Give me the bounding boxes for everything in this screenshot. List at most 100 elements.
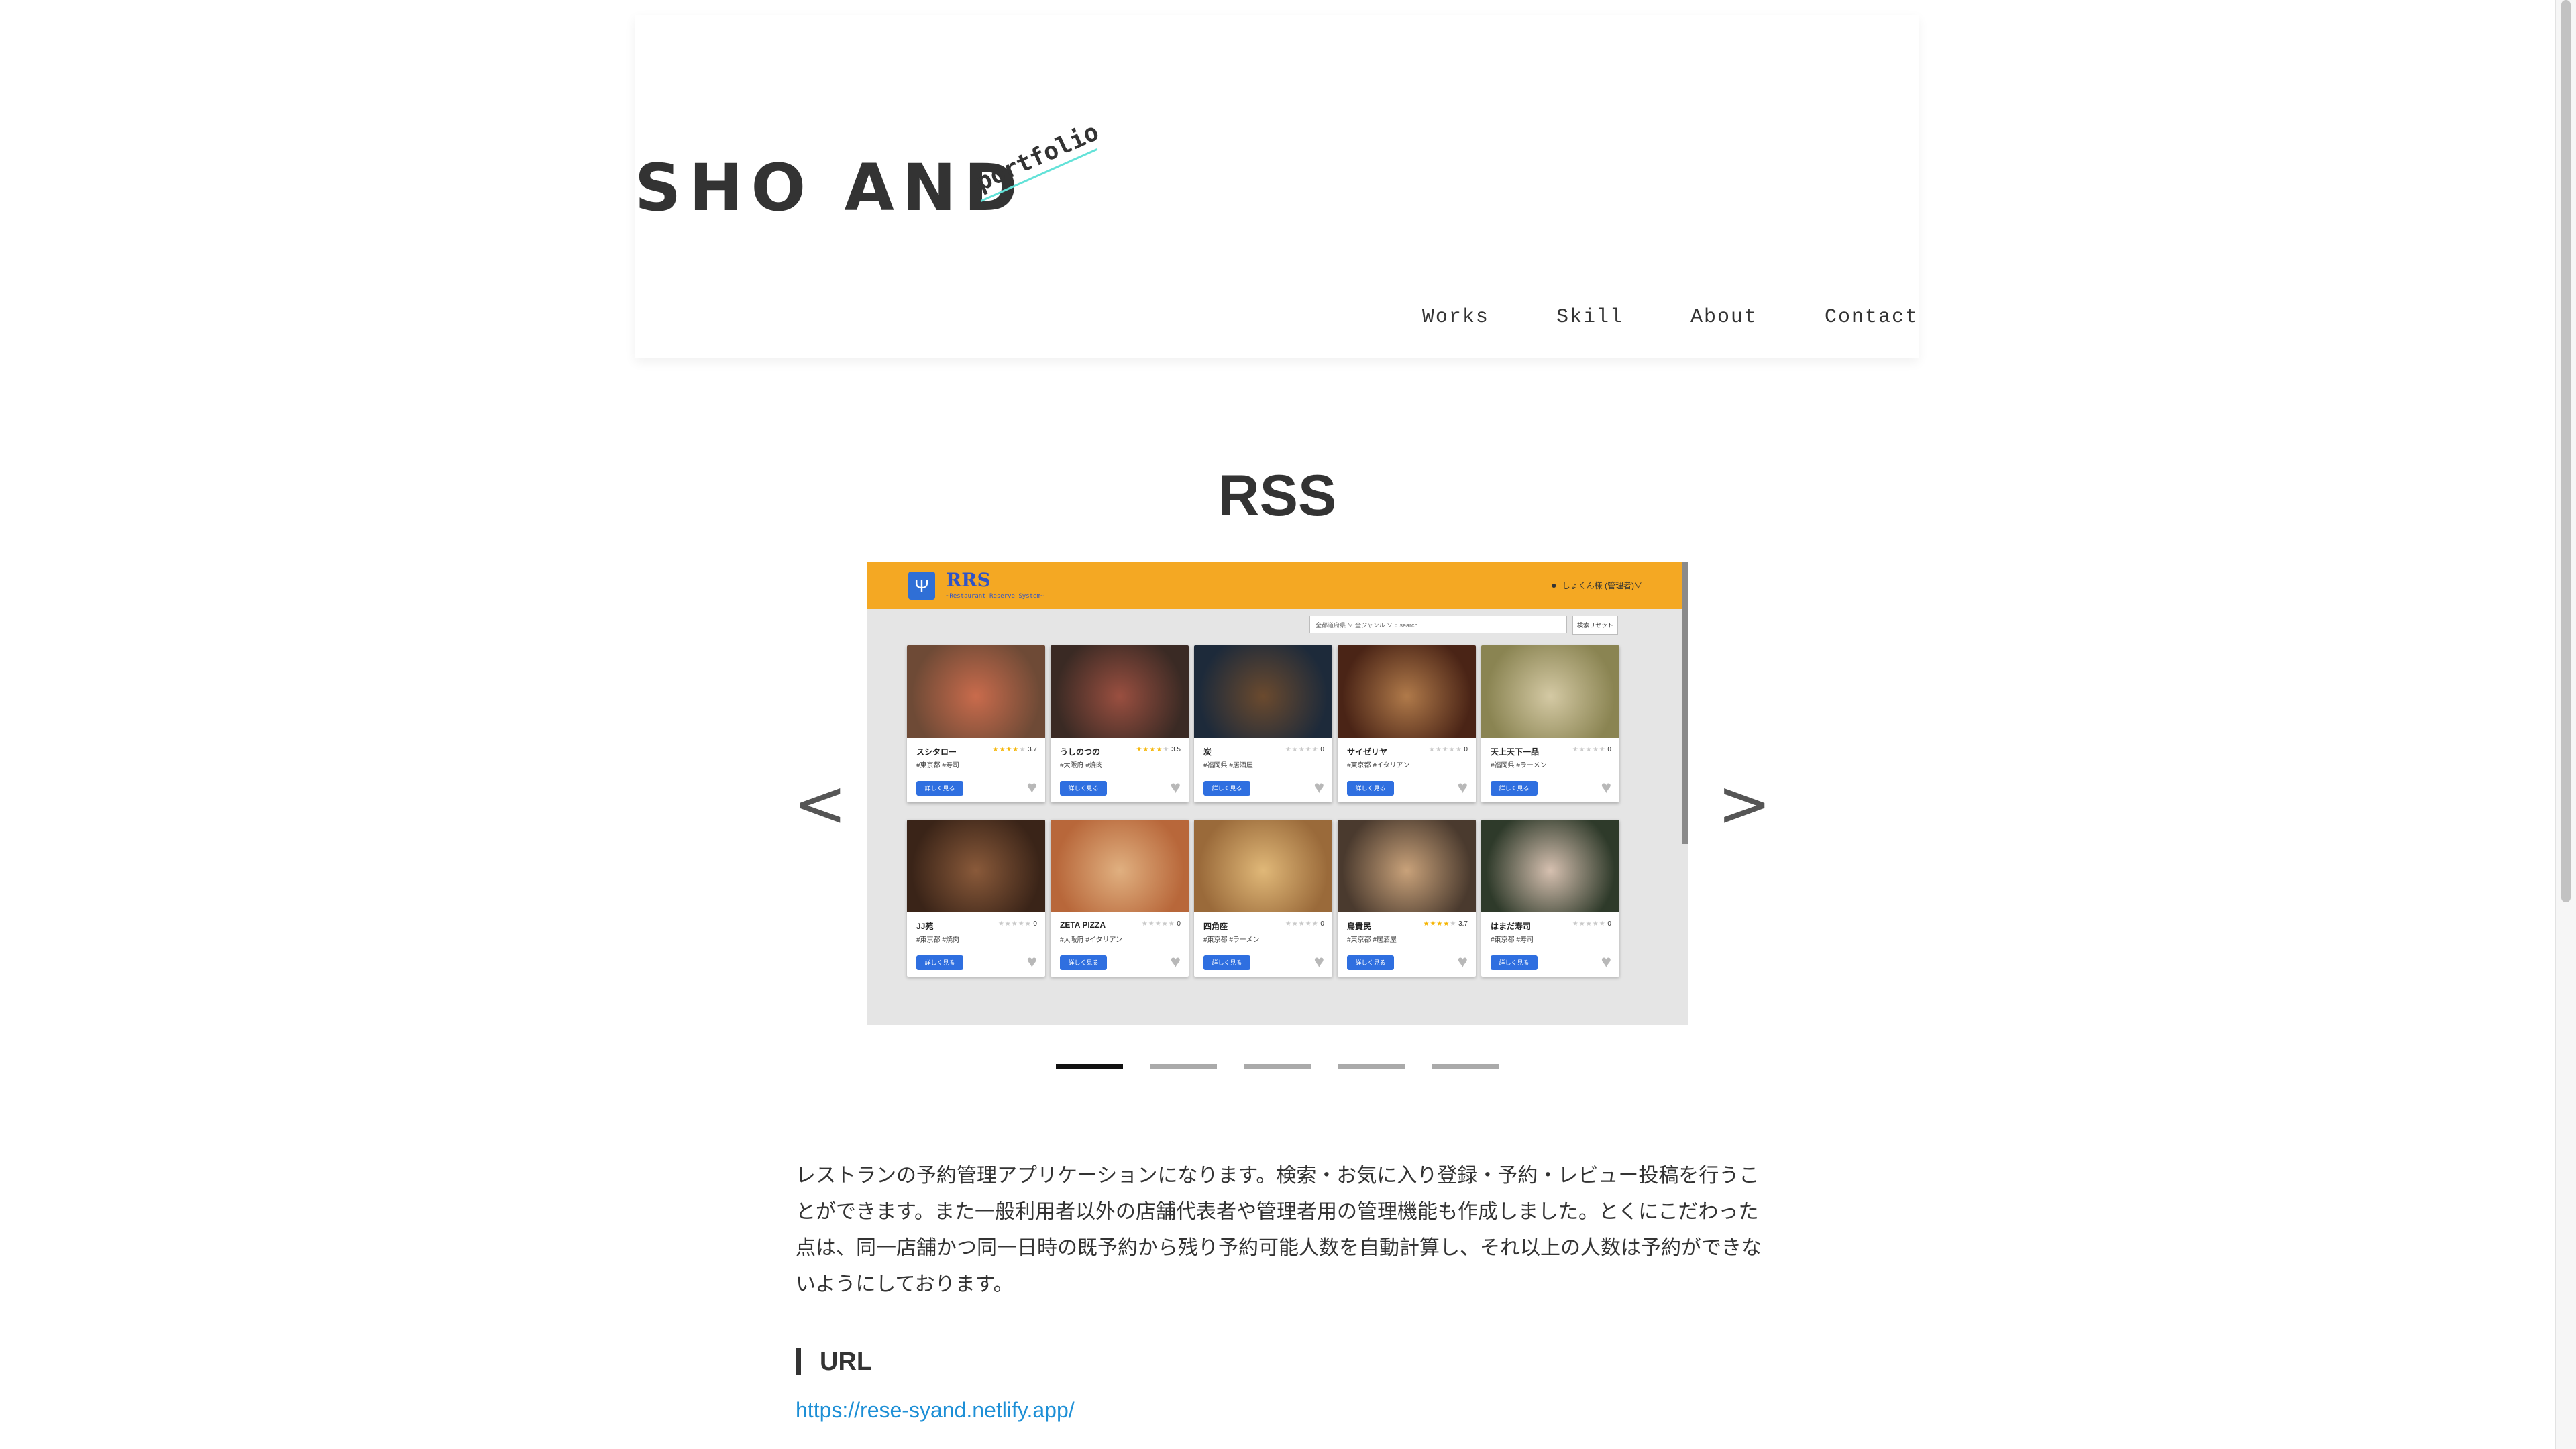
heart-icon: ♥ (1026, 951, 1037, 971)
heart-icon: ♥ (1026, 777, 1037, 797)
detail-button: 詳しく見る (1203, 781, 1250, 796)
rating-value: 0 (1605, 746, 1611, 753)
screenshot-search-reset: 検索リセット (1572, 616, 1618, 635)
restaurant-tags: #東京都 #ラーメン (1203, 936, 1260, 944)
carousel-dot-4[interactable] (1338, 1064, 1405, 1069)
restaurant-tags: #東京都 #寿司 (916, 762, 959, 769)
restaurant-photo (907, 820, 1045, 912)
detail-button: 詳しく見る (1491, 955, 1538, 970)
restaurant-photo (1194, 820, 1332, 912)
heart-icon: ♥ (1313, 951, 1324, 971)
carousel-dot-1[interactable] (1056, 1064, 1123, 1069)
star-empty-icon: ★ (1450, 920, 1457, 928)
restaurant-tags: #東京都 #イタリアン (1347, 762, 1410, 769)
carousel-dots (1056, 1064, 1525, 1069)
restaurant-tags: #東京都 #居酒屋 (1347, 936, 1397, 944)
screenshot-restaurant-card: ZETA PIZZA ★★★★★ 0 #大阪府 #イタリアン詳しく見る ♥ (1051, 820, 1189, 977)
detail-button: 詳しく見る (1060, 781, 1107, 796)
detail-button: 詳しく見る (1060, 955, 1107, 970)
restaurant-photo (907, 645, 1045, 738)
restaurant-rating: ★★★★★ 0 (1572, 920, 1611, 928)
carousel-dot-5[interactable] (1432, 1064, 1499, 1069)
rating-value: 3.7 (1026, 746, 1037, 753)
carousel-dot-2[interactable] (1150, 1064, 1217, 1069)
restaurant-name: うしのつの (1060, 747, 1101, 757)
page-scrollbar[interactable] (2555, 0, 2576, 1449)
star-empty-icon: ★ (1019, 746, 1026, 753)
restaurant-name: JJ苑 (916, 922, 934, 931)
rating-value: 0 (1605, 920, 1611, 928)
heart-icon: ♥ (1601, 951, 1611, 971)
restaurant-tags: #東京都 #寿司 (1491, 936, 1534, 944)
restaurant-rating: ★★★★★ 0 (1285, 920, 1324, 928)
nav-about[interactable]: About (1690, 306, 1758, 329)
restaurant-name: ZETA PIZZA (1060, 920, 1106, 930)
heart-icon: ♥ (1170, 951, 1181, 971)
nav-works[interactable]: Works (1422, 306, 1489, 329)
screenshot-restaurant-card: はまだ寿司 ★★★★★ 0 #東京都 #寿司詳しく見る ♥ (1481, 820, 1619, 977)
restaurant-rating: ★★★★★ 0 (998, 920, 1037, 928)
screenshot-restaurant-card: スシタロー ★★★★★ 3.7 #東京都 #寿司詳しく見る ♥ (907, 645, 1045, 802)
heart-icon: ♥ (1170, 777, 1181, 797)
screenshot-scrollbar (1682, 562, 1688, 844)
carousel-next-button[interactable]: > (1717, 771, 1771, 836)
rating-value: 3.7 (1456, 920, 1468, 928)
heart-icon: ♥ (1313, 777, 1324, 797)
rating-value: 0 (1175, 920, 1181, 928)
rating-value: 0 (1318, 746, 1324, 753)
screenshot-app-name: RRS (946, 569, 991, 591)
rating-value: 0 (1318, 920, 1324, 928)
star-icon: ★★★★ (1136, 746, 1163, 753)
restaurant-name: サイゼリヤ (1347, 747, 1388, 757)
restaurant-rating: ★★★★★ 0 (1142, 920, 1181, 928)
screenshot-restaurant-card: うしのつの ★★★★★ 3.5 #大阪府 #焼肉 詳しく見る ♥ (1051, 645, 1189, 802)
carousel-slide-image: Ψ RRS ~Restaurant Reserve System~ しょくん様 … (867, 562, 1688, 1025)
restaurant-name: はまだ寿司 (1491, 922, 1532, 931)
restaurant-photo (1481, 820, 1619, 912)
detail-button: 詳しく見る (916, 955, 963, 970)
restaurant-tags: #福岡県 #居酒屋 (1203, 762, 1253, 769)
star-empty-icon: ★★★★★ (1285, 746, 1319, 753)
star-empty-icon: ★★★★★ (998, 920, 1032, 928)
restaurant-rating: ★★★★★ 3.7 (992, 746, 1037, 753)
heart-icon: ♥ (1457, 777, 1468, 797)
site-header: SHO AND portfolio Works Skill About Cont… (635, 15, 1919, 358)
carousel-prev-button[interactable]: < (793, 771, 847, 836)
detail-button: 詳しく見る (1347, 955, 1394, 970)
rating-value: 0 (1031, 920, 1037, 928)
star-empty-icon: ★ (1163, 746, 1170, 753)
heart-icon: ♥ (1601, 777, 1611, 797)
restaurant-rating: ★★★★★ 3.7 (1423, 920, 1468, 928)
nav-skill[interactable]: Skill (1556, 306, 1623, 329)
restaurant-rating: ★★★★★ 0 (1285, 746, 1324, 753)
nav-contact[interactable]: Contact (1825, 306, 1919, 329)
restaurant-photo (1051, 645, 1189, 738)
restaurant-name: 四角座 (1203, 922, 1228, 931)
fork-knife-icon: Ψ (908, 572, 935, 600)
restaurant-tags: #福岡県 #ラーメン (1491, 762, 1547, 769)
restaurant-photo (1338, 820, 1476, 912)
restaurant-photo (1194, 645, 1332, 738)
work-description: レストランの予約管理アプリケーションになります。検索・お気に入り登録・予約・レビ… (796, 1164, 1762, 1296)
restaurant-tags: #東京都 #焼肉 (916, 936, 959, 944)
carousel-dot-3[interactable] (1244, 1064, 1311, 1069)
restaurant-photo (1481, 645, 1619, 738)
site-logo[interactable]: SHO AND (635, 156, 1026, 220)
restaurant-rating: ★★★★★ 0 (1572, 746, 1611, 753)
project-url-link[interactable]: https://rese-syand.netlify.app/ (796, 1398, 1075, 1423)
detail-button: 詳しく見る (1203, 955, 1250, 970)
heart-icon: ♥ (1457, 951, 1468, 971)
detail-button: 詳しく見る (1347, 781, 1394, 796)
screenshot-restaurant-card: JJ苑 ★★★★★ 0 #東京都 #焼肉詳しく見る ♥ (907, 820, 1045, 977)
screenshot-restaurant-card: 四角座 ★★★★★ 0 #東京都 #ラーメン詳しく見る ♥ (1194, 820, 1332, 977)
restaurant-photo (1338, 645, 1476, 738)
page-scrollbar-thumb[interactable] (2561, 0, 2571, 902)
detail-button: 詳しく見る (1491, 781, 1538, 796)
star-empty-icon: ★★★★★ (1572, 920, 1606, 928)
work-title: RSS (1218, 464, 1337, 528)
restaurant-tags: #大阪府 #イタリアン (1060, 936, 1123, 944)
star-empty-icon: ★★★★★ (1141, 920, 1175, 928)
detail-button: 詳しく見る (916, 781, 963, 796)
rating-value: 0 (1462, 746, 1468, 753)
restaurant-name: スシタロー (916, 747, 957, 757)
